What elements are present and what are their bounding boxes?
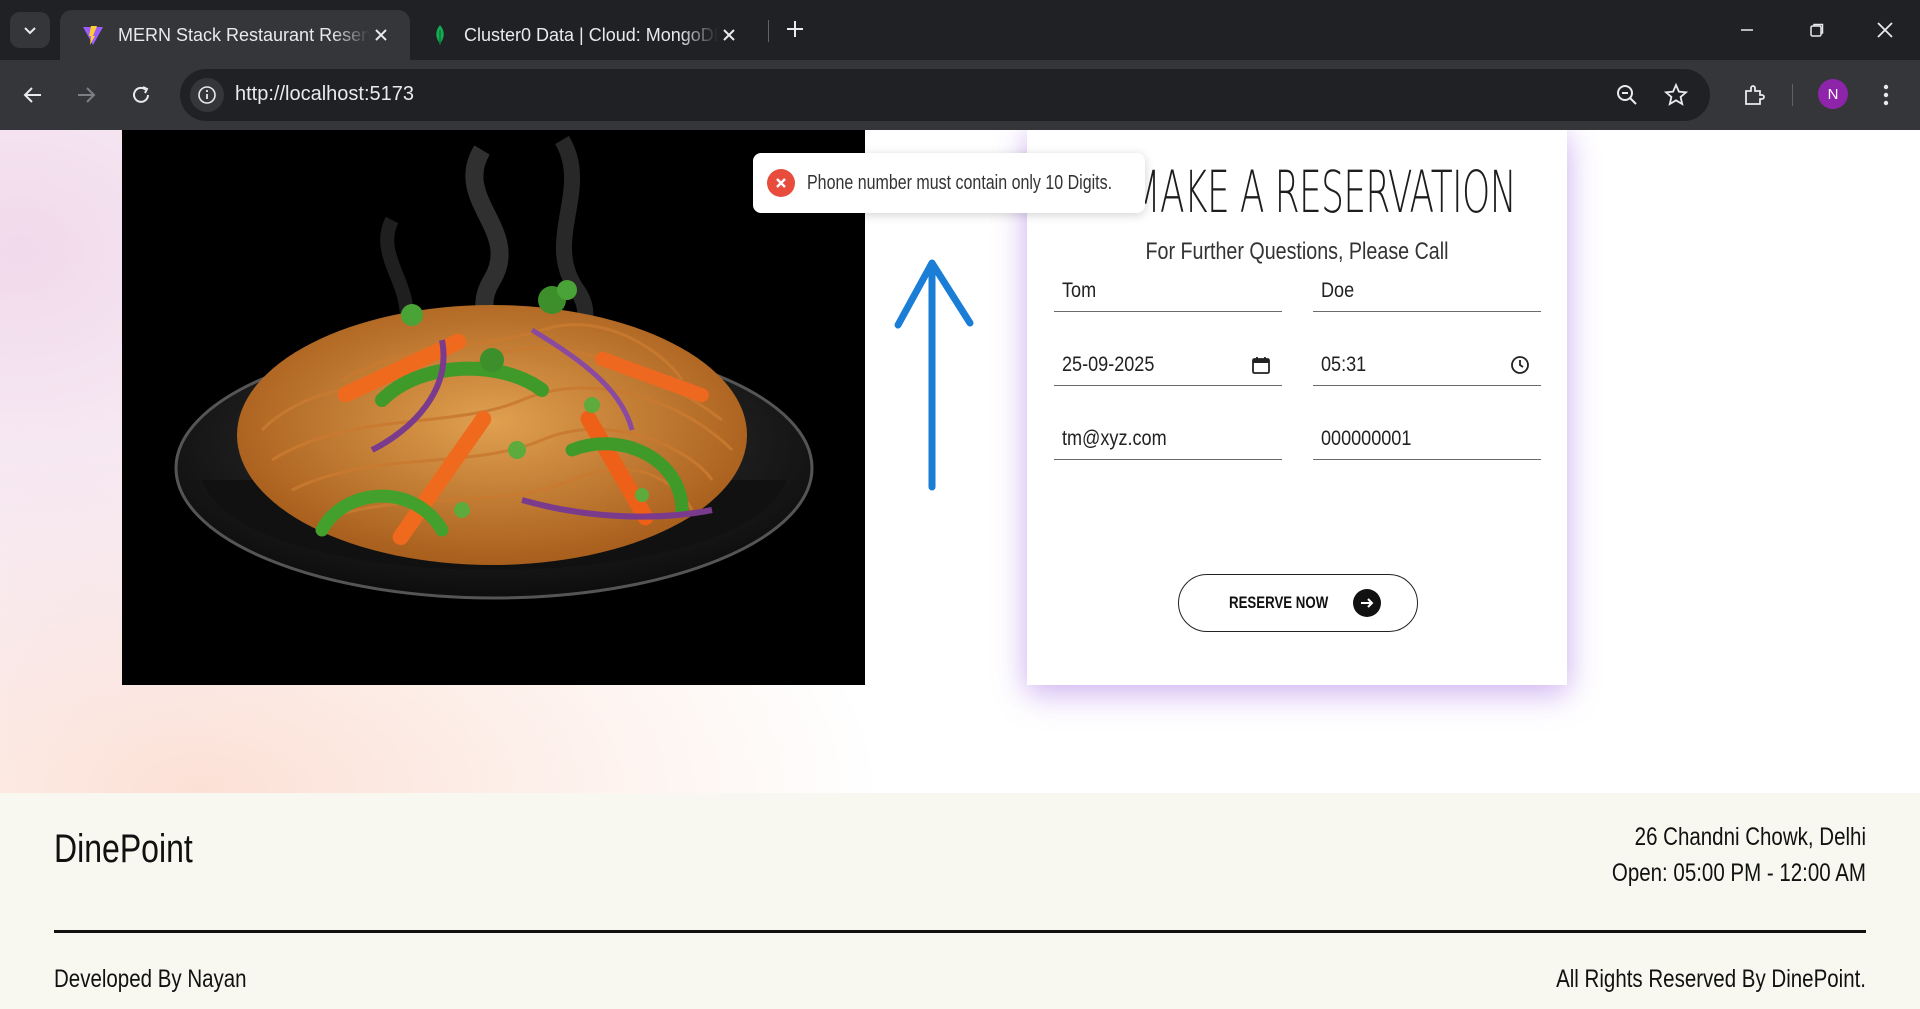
extensions-button[interactable] — [1736, 77, 1772, 113]
toolbar-separator — [1792, 84, 1793, 106]
date-input[interactable]: 25-09-2025 — [1054, 344, 1282, 386]
annotation-arrow-icon — [894, 259, 974, 491]
error-toast[interactable]: Phone number must contain only 10 Digits… — [753, 153, 1145, 213]
reserve-now-label: RESERVE NOW — [1229, 593, 1329, 612]
noodles-image — [122, 130, 865, 685]
restore-icon — [1810, 23, 1824, 37]
reload-button[interactable] — [123, 77, 159, 113]
last-name-input[interactable]: Doe — [1313, 270, 1541, 312]
footer-address: 26 Chandni Chowk, Delhi — [1634, 823, 1866, 851]
vite-icon — [83, 26, 103, 45]
reservation-form-card: MAKE A RESERVATION For Further Questions… — [1027, 130, 1567, 685]
tab-separator — [768, 20, 769, 42]
plus-icon — [787, 21, 803, 37]
toast-message: Phone number must contain only 10 Digits… — [807, 171, 1113, 194]
arrow-right-icon — [1352, 589, 1381, 617]
footer-divider — [54, 930, 1866, 933]
site-footer: DinePoint 26 Chandni Chowk, Delhi Open: … — [0, 793, 1920, 1009]
reservation-section: MAKE A RESERVATION For Further Questions… — [0, 130, 1920, 793]
tab-mongodb-cloud[interactable]: Cluster0 Data | Cloud: MongoDB Cloud — [418, 10, 758, 60]
mongodb-leaf-icon — [436, 25, 444, 45]
site-info-button[interactable] — [190, 78, 224, 112]
browser-menu-button[interactable] — [1868, 77, 1904, 113]
reload-icon — [133, 86, 149, 103]
close-icon[interactable] — [370, 24, 392, 46]
last-name-value: Doe — [1321, 278, 1355, 302]
forward-button[interactable] — [68, 77, 104, 113]
tab-title: Cluster0 Data | Cloud: MongoDB Cloud — [464, 24, 718, 45]
zoom-button[interactable] — [1613, 81, 1641, 109]
page-viewport: MAKE A RESERVATION For Further Questions… — [0, 130, 1920, 1009]
date-value: 25-09-2025 — [1062, 352, 1155, 376]
new-tab-button[interactable] — [780, 14, 810, 44]
chevron-down-icon — [24, 27, 36, 35]
restore-button[interactable] — [1782, 0, 1852, 60]
tab-mern-reservation[interactable]: MERN Stack Restaurant Reservation — [60, 10, 410, 60]
browser-toolbar: http://localhost:5173 N — [0, 60, 1920, 130]
first-name-value: Tom — [1062, 278, 1097, 302]
tab-title: MERN Stack Restaurant Reservation — [118, 24, 370, 45]
reservation-title: MAKE A RESERVATION — [1129, 158, 1517, 226]
footer-hours: Open: 05:00 PM - 12:00 AM — [1611, 859, 1866, 887]
profile-avatar[interactable]: N — [1818, 79, 1848, 109]
phone-input[interactable]: 000000001 — [1313, 418, 1541, 460]
reserve-now-button[interactable]: RESERVE NOW — [1178, 574, 1418, 632]
puzzle-icon — [1745, 85, 1765, 105]
footer-brand: DinePoint — [54, 827, 193, 871]
bookmark-button[interactable] — [1662, 81, 1690, 109]
url-text: http://localhost:5173 — [235, 83, 415, 105]
close-window-button[interactable] — [1850, 0, 1920, 60]
phone-value: 000000001 — [1321, 426, 1412, 450]
arrow-right-icon — [78, 87, 96, 103]
clock-icon[interactable] — [1507, 352, 1533, 378]
kebab-menu-icon — [1883, 84, 1889, 106]
zoom-out-icon — [1617, 85, 1637, 105]
error-icon — [767, 169, 795, 197]
minimize-icon — [1741, 29, 1753, 31]
first-name-input[interactable]: Tom — [1054, 270, 1282, 312]
info-icon — [198, 86, 216, 104]
browser-tab-bar: MERN Stack Restaurant Reservation Cluste… — [0, 0, 1920, 60]
reservation-subtitle: For Further Questions, Please Call — [1145, 238, 1449, 265]
calendar-icon[interactable] — [1248, 352, 1274, 378]
close-icon[interactable] — [718, 24, 740, 46]
star-icon — [1664, 83, 1688, 106]
time-input[interactable]: 05:31 — [1313, 344, 1541, 386]
email-input[interactable]: tm@xyz.com — [1054, 418, 1282, 460]
minimize-button[interactable] — [1712, 0, 1782, 60]
footer-rights: All Rights Reserved By DinePoint. — [1556, 965, 1866, 993]
footer-developer: Developed By Nayan — [54, 965, 247, 993]
email-value: tm@xyz.com — [1062, 426, 1167, 450]
time-value: 05:31 — [1321, 352, 1367, 376]
arrow-left-icon — [23, 87, 41, 103]
back-button[interactable] — [15, 77, 51, 113]
tab-search-button[interactable] — [10, 12, 50, 48]
address-bar[interactable]: http://localhost:5173 — [180, 69, 1710, 121]
close-icon — [1877, 22, 1893, 38]
